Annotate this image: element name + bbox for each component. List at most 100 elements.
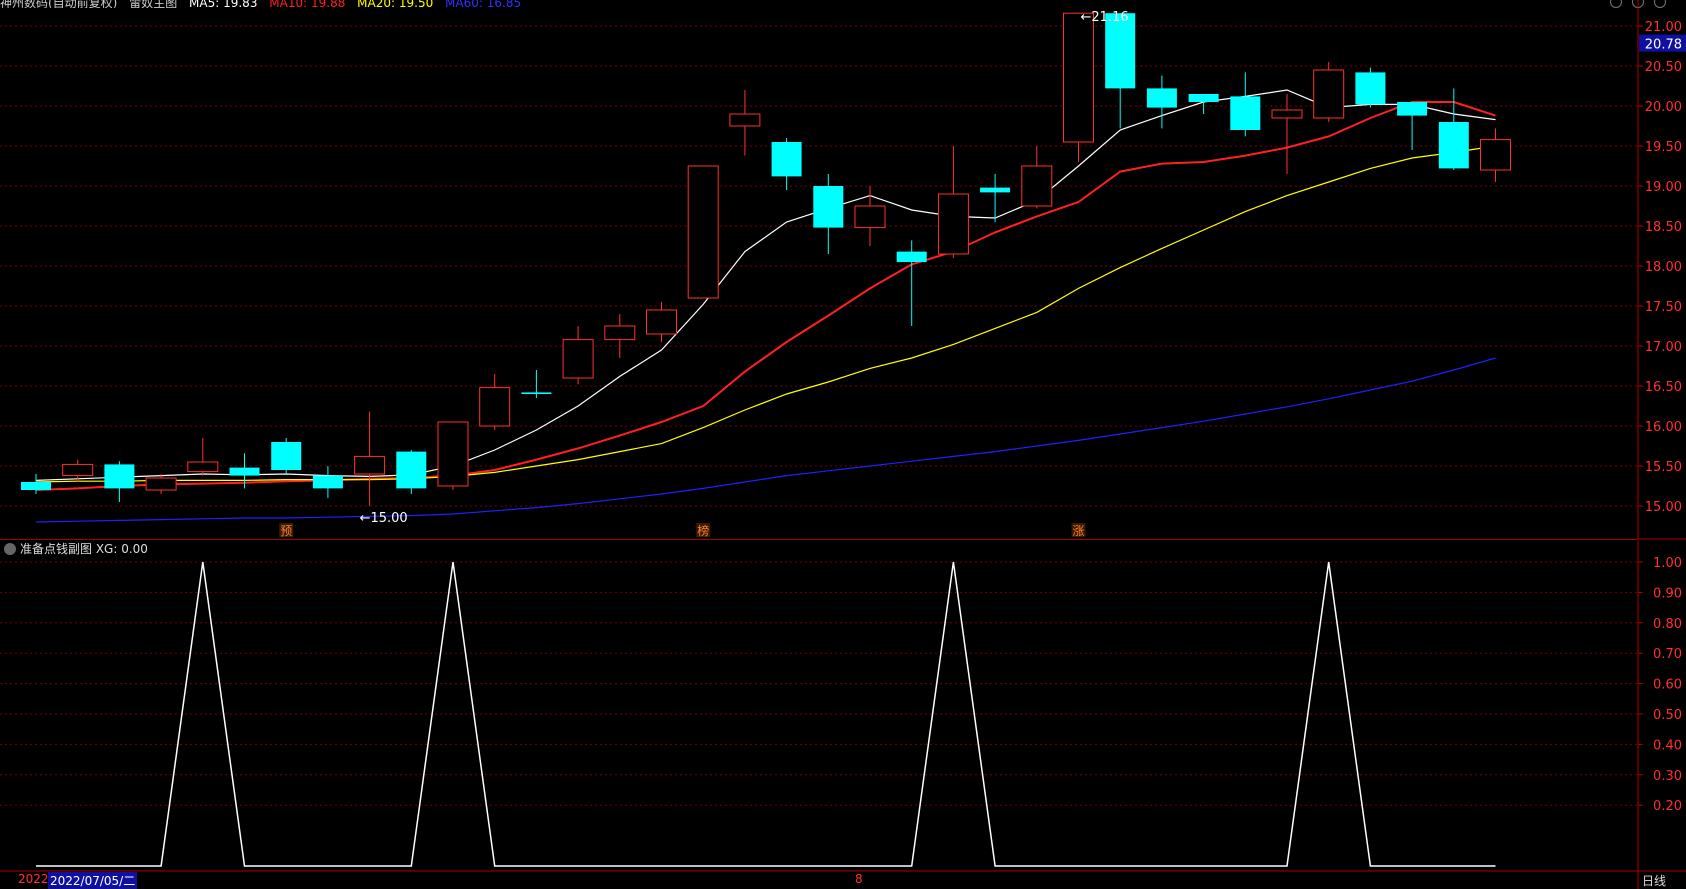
- sub-y-tick-label: 0.70: [1653, 647, 1682, 662]
- candle: [437, 421, 469, 490]
- y-tick-label: 15.50: [1645, 460, 1682, 475]
- candle-body: [354, 455, 386, 475]
- candle-body: [937, 193, 969, 255]
- ma20-line: [35, 145, 1496, 483]
- candle-body: [479, 387, 511, 427]
- candle: [479, 374, 511, 430]
- candle-body: [187, 461, 219, 473]
- panel-divider[interactable]: [0, 539, 1637, 540]
- y-tick-label: 16.50: [1645, 380, 1682, 395]
- candle: [646, 302, 677, 342]
- y-tick-label: 21.00: [1645, 20, 1682, 35]
- y-tick-label: 16.00: [1645, 420, 1682, 435]
- sub-y-tick-label: 0.80: [1653, 617, 1682, 632]
- sub-y-tick-label: 0.90: [1653, 586, 1682, 601]
- collapse-icon[interactable]: [4, 543, 16, 555]
- signal-marker: 榜: [697, 523, 709, 538]
- candle-body: [1438, 122, 1469, 169]
- sub-panel-label: 准备点钱副图 XG: 0.00: [20, 542, 148, 556]
- candle-body: [604, 325, 636, 341]
- candle-body: [562, 339, 594, 379]
- candle: [813, 174, 844, 254]
- candle: [1480, 128, 1511, 182]
- candle: [896, 240, 927, 326]
- stock-chart-window: 神州数码(自动前复权) 雷奴主图 MA5: 19.83 MA10: 19.88 …: [0, 0, 1686, 889]
- candle: [21, 474, 51, 494]
- candle: [980, 174, 1011, 222]
- status-bar: 2022 2022/07/05/二 8 日线: [0, 871, 1686, 889]
- ma10-line: [35, 101, 1496, 491]
- candle-body: [896, 251, 927, 262]
- y-tick-label: 19.00: [1645, 180, 1682, 195]
- candle: [854, 186, 886, 246]
- candle: [1105, 13, 1136, 129]
- candle: [1313, 62, 1345, 122]
- candle: [1021, 146, 1053, 209]
- signal-marker: 涨: [1072, 523, 1084, 538]
- candle-body: [104, 464, 135, 489]
- candle-body: [312, 475, 343, 489]
- sub-panel-title: 准备点钱副图 XG: 0.00: [4, 540, 148, 557]
- candle: [104, 461, 135, 502]
- signal-marker: 预: [280, 524, 292, 538]
- candle-body: [1355, 72, 1386, 105]
- sub-y-tick-label: 0.20: [1653, 799, 1682, 814]
- candle: [1397, 102, 1428, 150]
- candle: [562, 326, 594, 385]
- candle-body: [1230, 96, 1261, 130]
- candle-body: [271, 442, 302, 470]
- candle: [1146, 75, 1177, 129]
- candle-body: [521, 392, 552, 394]
- y-tick-label: 18.00: [1645, 260, 1682, 275]
- candle: [271, 438, 302, 474]
- candle: [687, 165, 719, 299]
- y-tick-label: 20.00: [1645, 100, 1682, 115]
- y-tick-label: 17.50: [1645, 300, 1682, 315]
- candle: [604, 314, 636, 358]
- candle-body: [729, 113, 761, 127]
- candle: [937, 146, 969, 258]
- candle-body: [1480, 139, 1511, 171]
- candle-body: [1271, 109, 1303, 119]
- candle-body: [145, 477, 177, 491]
- date-prefix: 2022: [18, 872, 49, 886]
- y-tick-label: 15.00: [1645, 500, 1682, 515]
- candle-body: [1021, 165, 1053, 207]
- chart-canvas[interactable]: ←15.00 ←21.16 预 榜 涨 15.00 15.50 16.00 16.50 17.0…: [0, 0, 1686, 889]
- y-tick-label: 20.50: [1645, 60, 1682, 75]
- candle: [1355, 67, 1386, 108]
- candle-body: [980, 187, 1011, 193]
- price-annotation: ←15.00: [360, 511, 408, 526]
- candle-body: [687, 165, 719, 299]
- candle: [312, 466, 343, 498]
- candle: [145, 474, 177, 494]
- candle-body: [437, 421, 469, 487]
- sub-y-tick-label: 0.50: [1653, 708, 1682, 723]
- candle-body: [854, 205, 886, 229]
- y-tick-label: 19.50: [1645, 140, 1682, 155]
- price-annotation: ←21.16: [1081, 10, 1129, 25]
- sub-y-tick-label: 0.60: [1653, 678, 1682, 693]
- candle-body: [646, 309, 677, 335]
- period-button[interactable]: 日线: [1642, 872, 1666, 889]
- candle: [1230, 72, 1261, 137]
- sub-y-tick-label: 0.30: [1653, 769, 1682, 784]
- candle-body: [771, 142, 802, 177]
- ma60-line: [35, 357, 1496, 523]
- candle-body: [229, 467, 260, 476]
- ma5-line: [35, 89, 1496, 481]
- month-mark: 8: [855, 872, 863, 886]
- candle: [771, 138, 802, 190]
- candle-body: [396, 451, 427, 489]
- sub-y-tick-label: 1.00: [1653, 556, 1682, 571]
- sub-y-tick-label: 0.40: [1653, 738, 1682, 753]
- candle-body: [21, 482, 51, 490]
- candle: [1063, 12, 1094, 162]
- candle: [1188, 94, 1219, 114]
- candle-body: [1188, 94, 1219, 102]
- candle: [521, 370, 552, 398]
- candle: [1438, 88, 1469, 170]
- y-tick-label: 17.00: [1645, 340, 1682, 355]
- candle-body: [62, 463, 94, 477]
- y-tick-label: 18.50: [1645, 220, 1682, 235]
